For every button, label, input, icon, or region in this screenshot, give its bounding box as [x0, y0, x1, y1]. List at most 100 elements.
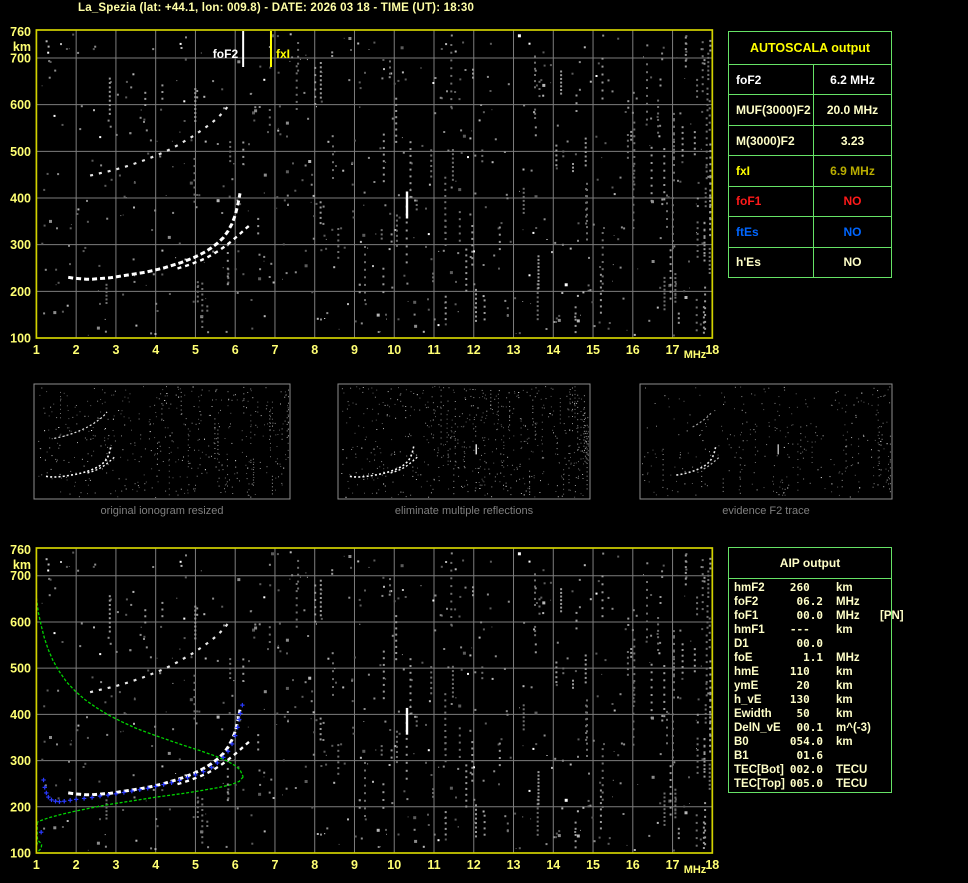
- svg-text:5: 5: [192, 858, 199, 872]
- autoscala-row-label: ftEs: [736, 224, 759, 239]
- autoscala-row-label: h'Es: [736, 255, 761, 270]
- aip-row-label: B1: [734, 750, 749, 763]
- svg-text:300: 300: [10, 238, 31, 252]
- svg-text:760: 760: [10, 543, 31, 557]
- aip-row-unit: TECU: [836, 778, 868, 791]
- aip-row-value: 00.0: [796, 609, 824, 623]
- autoscala-table-title: AUTOSCALA output: [749, 41, 871, 55]
- svg-text:600: 600: [10, 615, 31, 629]
- autoscala-row-value: 6.2 MHz: [813, 65, 891, 95]
- aip-row-label: h_vE: [734, 694, 762, 707]
- svg-text:600: 600: [10, 98, 31, 112]
- svg-text:16: 16: [626, 343, 640, 357]
- aip-row-label: hmF2: [734, 582, 765, 595]
- svg-text:16: 16: [626, 858, 640, 872]
- svg-text:200: 200: [10, 285, 31, 299]
- svg-text:10: 10: [387, 343, 401, 357]
- aip-row-value: 002.0: [789, 763, 823, 777]
- aip-row-extra: [PN]: [880, 610, 904, 623]
- thumbnail-0: [33, 383, 291, 500]
- svg-text:8: 8: [311, 343, 318, 357]
- svg-text:11: 11: [427, 343, 440, 357]
- thumbnail-caption-original: original ionogram resized: [100, 505, 224, 517]
- autoscala-row-value: NO: [813, 186, 891, 217]
- aip-row-unit: km: [836, 680, 853, 693]
- svg-text:13: 13: [507, 343, 521, 357]
- svg-text:2: 2: [73, 858, 80, 872]
- aip-row-label: foE: [734, 652, 753, 665]
- aip-row-unit: km: [836, 666, 853, 679]
- aip-row-label: foF2: [734, 596, 759, 609]
- main_ionogram: foF2 fxI760700600500400300200100km1 2 3 4 5 6 7…: [10, 25, 719, 361]
- aip-row-value: 005.0: [789, 777, 823, 791]
- thumbnail-1: [337, 383, 591, 500]
- thumbnail-caption-evidence: evidence F2 trace: [722, 505, 810, 517]
- svg-text:12: 12: [467, 858, 481, 872]
- svg-text:MHz: MHz: [684, 349, 707, 361]
- aip-row: hmE 110 km: [734, 666, 891, 679]
- svg-text:400: 400: [10, 192, 31, 206]
- thumbnail-2: [639, 383, 893, 500]
- svg-text:17: 17: [666, 858, 680, 872]
- svg-text:11: 11: [427, 858, 440, 872]
- svg-text:760: 760: [10, 25, 31, 39]
- autoscala-row-value: 3.23: [813, 125, 891, 156]
- aip-row: Ewidth 50 km: [734, 708, 891, 721]
- svg-text:km: km: [13, 40, 31, 54]
- svg-text:18: 18: [705, 858, 719, 872]
- aip-row-label: Ewidth: [734, 708, 772, 721]
- autoscala-row-value: 20.0 MHz: [813, 95, 891, 125]
- aip-row-label: hmE: [734, 666, 759, 679]
- autoscala-row-label: MUF(3000)F2: [736, 103, 811, 118]
- aip-row-unit: MHz: [836, 596, 860, 609]
- aip-row-value: 00.0: [796, 637, 824, 651]
- svg-text:500: 500: [10, 662, 31, 676]
- svg-text:9: 9: [351, 343, 358, 357]
- aip-output-table: AIP output hmF2 260 km foF2 06.2 MHz foF1 00.0…: [728, 547, 904, 793]
- aip-row-unit: m^(-3): [836, 722, 871, 735]
- autoscala-row-label: foF1: [736, 194, 762, 209]
- aip-row-value: 20: [796, 679, 823, 693]
- aip-row-unit: MHz: [836, 652, 860, 665]
- aip-row: B1 01.6: [734, 750, 891, 763]
- aip-row: D1 00.0: [734, 638, 891, 651]
- aip-row: TEC[Bot] 002.0 TECU: [734, 764, 891, 777]
- aip-row-unit: km: [836, 736, 853, 749]
- thumbnail-caption-eliminate: eliminate multiple reflections: [394, 505, 534, 517]
- aip-row-value: 50: [796, 707, 823, 721]
- aip-row-value: 00.1: [796, 721, 824, 735]
- svg-text:8: 8: [311, 858, 318, 872]
- aip-row-value: 260: [789, 581, 823, 595]
- svg-text:13: 13: [507, 858, 521, 872]
- svg-text:4: 4: [152, 858, 159, 872]
- aip-row-value: 110: [789, 665, 823, 679]
- autoscala-row-label: fxI: [736, 163, 751, 178]
- aip-row: B0 054.0 km: [734, 736, 891, 749]
- aip-row-unit: km: [836, 694, 853, 707]
- svg-text:3: 3: [112, 343, 119, 357]
- aip-row-label: foF1: [734, 610, 759, 623]
- svg-text:9: 9: [351, 858, 358, 872]
- aip-row-unit: km: [836, 582, 853, 595]
- aip-row-label: ymE: [734, 680, 759, 693]
- svg-text:1: 1: [33, 343, 40, 357]
- aip-row-unit: TECU: [836, 764, 868, 777]
- svg-text:7: 7: [271, 343, 278, 357]
- autoscala-row: foF2 6.2 MHz: [729, 64, 891, 95]
- svg-text:7: 7: [271, 858, 278, 872]
- aip-row-value: 01.6: [796, 749, 824, 763]
- svg-text:15: 15: [586, 343, 600, 357]
- svg-text:2: 2: [73, 343, 80, 357]
- aip-table-title: AIP output: [729, 548, 891, 579]
- aip-row: foF2 06.2 MHz: [734, 596, 891, 609]
- autoscala-row: h'Es NO: [729, 246, 891, 277]
- autoscala-row-label: M(3000)F2: [736, 133, 795, 148]
- aip-row-unit: km: [836, 708, 853, 721]
- aip-row-label: D1: [734, 638, 749, 651]
- aip-row-label: TEC[Top]: [734, 778, 785, 791]
- aip-row-unit: MHz: [836, 610, 860, 623]
- autoscala-row: ftEs NO: [729, 216, 891, 247]
- aip-row: DelN_vE 00.1 m^(-3): [734, 722, 891, 735]
- svg-text:17: 17: [666, 343, 680, 357]
- svg-text:14: 14: [546, 858, 560, 872]
